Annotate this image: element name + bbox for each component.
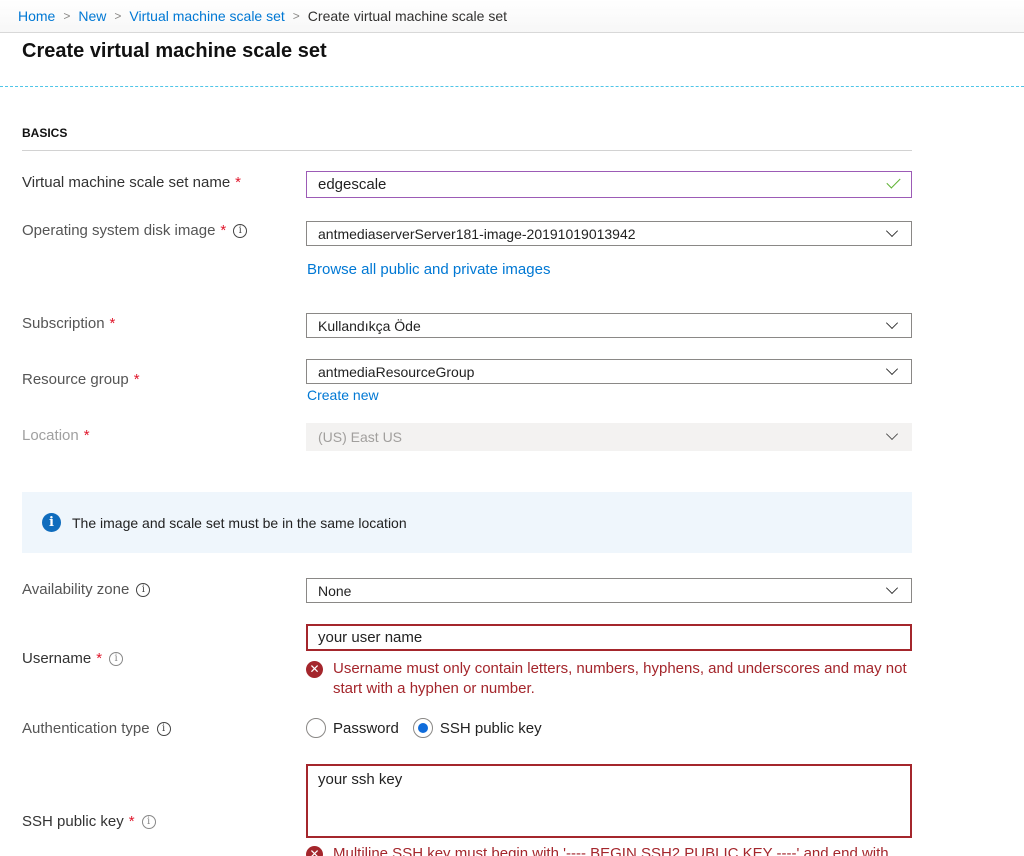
section-divider [22,150,912,151]
vmss-name-label: Virtual machine scale set name * [22,174,241,191]
os-disk-image-label: Operating system disk image * i [22,222,248,239]
chevron-right-icon: > [63,9,71,23]
page-title: Create virtual machine scale set [22,40,327,62]
radio-button-checked[interactable] [412,718,433,738]
breadcrumb-home[interactable]: Home [18,8,55,24]
breadcrumb-current: Create virtual machine scale set [307,8,507,24]
username-error-text: Username must only contain letters, numb… [333,660,907,697]
required-marker: * [128,813,135,830]
resource-group-label: Resource group * [22,371,140,388]
info-icon: i [42,513,61,532]
info-icon[interactable]: i [109,651,124,666]
chevron-down-icon [885,581,899,594]
availability-zone-select[interactable]: None [306,578,912,603]
section-heading-basics: BASICS [22,126,68,140]
username-label-text: Username [22,650,92,667]
chevron-down-icon [885,427,899,441]
create-new-resource-group-link[interactable]: Create new [307,387,379,403]
resource-group-select[interactable]: antmediaResourceGroup [306,359,912,384]
ssh-key-textarea[interactable]: your ssh key [306,764,912,838]
vmss-name-value: edgescale [318,176,387,193]
radio-button-unchecked[interactable] [306,718,326,738]
radio-password-label: Password [333,719,399,737]
chevron-down-icon [885,362,899,375]
required-marker: * [220,222,227,239]
required-marker: * [109,315,116,332]
radio-ssh-label: SSH public key [439,719,542,737]
header-divider [0,86,1024,87]
info-icon[interactable]: i [141,814,156,829]
username-label: Username * i [22,650,124,667]
info-icon[interactable]: i [233,223,248,238]
chevron-down-icon [885,224,899,237]
breadcrumb-new[interactable]: New [78,8,106,24]
auth-type-label-text: Authentication type [22,720,150,737]
subscription-label: Subscription * [22,315,115,332]
subscription-label-text: Subscription [22,315,105,332]
location-value: (US) East US [318,429,403,445]
location-label: Location * [22,427,90,444]
username-input[interactable]: your user name [306,624,912,651]
info-icon[interactable]: i [156,721,171,736]
required-marker: * [83,427,90,444]
error-icon: ✕ [306,661,323,678]
required-marker: * [235,174,242,191]
browse-images-link[interactable]: Browse all public and private images [307,261,550,278]
resource-group-label-text: Resource group [22,371,129,388]
availability-zone-label: Availability zone i [22,581,151,598]
info-banner: i The image and scale set must be in the… [22,492,912,553]
info-icon[interactable]: i [136,582,151,597]
required-marker: * [133,371,140,388]
breadcrumb-vmss[interactable]: Virtual machine scale set [129,8,284,24]
os-disk-image-select[interactable]: antmediaserverServer181-image-2019101901… [306,221,912,246]
os-disk-image-value: antmediaserverServer181-image-2019101901… [318,225,636,242]
chevron-down-icon [885,316,899,329]
breadcrumb: Home > New > Virtual machine scale set >… [0,0,1024,33]
error-icon: ✕ [306,846,323,856]
ssh-key-error: ✕ Multiline SSH key must begin with '---… [306,844,916,856]
ssh-key-value: your ssh key [318,771,403,788]
location-select: (US) East US [306,423,912,451]
subscription-value: Kullandıkça Öde [318,317,421,334]
username-value: your user name [318,629,423,646]
availability-zone-value: None [318,582,352,599]
vmss-name-input[interactable]: edgescale [306,171,912,198]
ssh-key-error-text: Multiline SSH key must begin with '---- … [333,845,889,856]
availability-zone-label-text: Availability zone [22,581,130,598]
location-label-text: Location [22,427,79,444]
os-disk-image-label-text: Operating system disk image [22,222,216,239]
chevron-right-icon: > [292,9,300,23]
vmss-name-label-text: Virtual machine scale set name [22,174,231,191]
info-banner-text: The image and scale set must be in the s… [72,514,407,531]
chevron-right-icon: > [114,9,122,23]
ssh-key-label-text: SSH public key [22,813,124,830]
auth-type-radio-group: Password SSH public key [306,718,556,738]
ssh-key-label: SSH public key * i [22,813,156,830]
username-error: ✕ Username must only contain letters, nu… [306,659,916,699]
radio-password[interactable]: Password [306,718,399,738]
required-marker: * [96,650,103,667]
radio-ssh-public-key[interactable]: SSH public key [412,718,542,738]
resource-group-value: antmediaResourceGroup [318,363,475,380]
subscription-select[interactable]: Kullandıkça Öde [306,313,912,338]
auth-type-label: Authentication type i [22,720,171,737]
